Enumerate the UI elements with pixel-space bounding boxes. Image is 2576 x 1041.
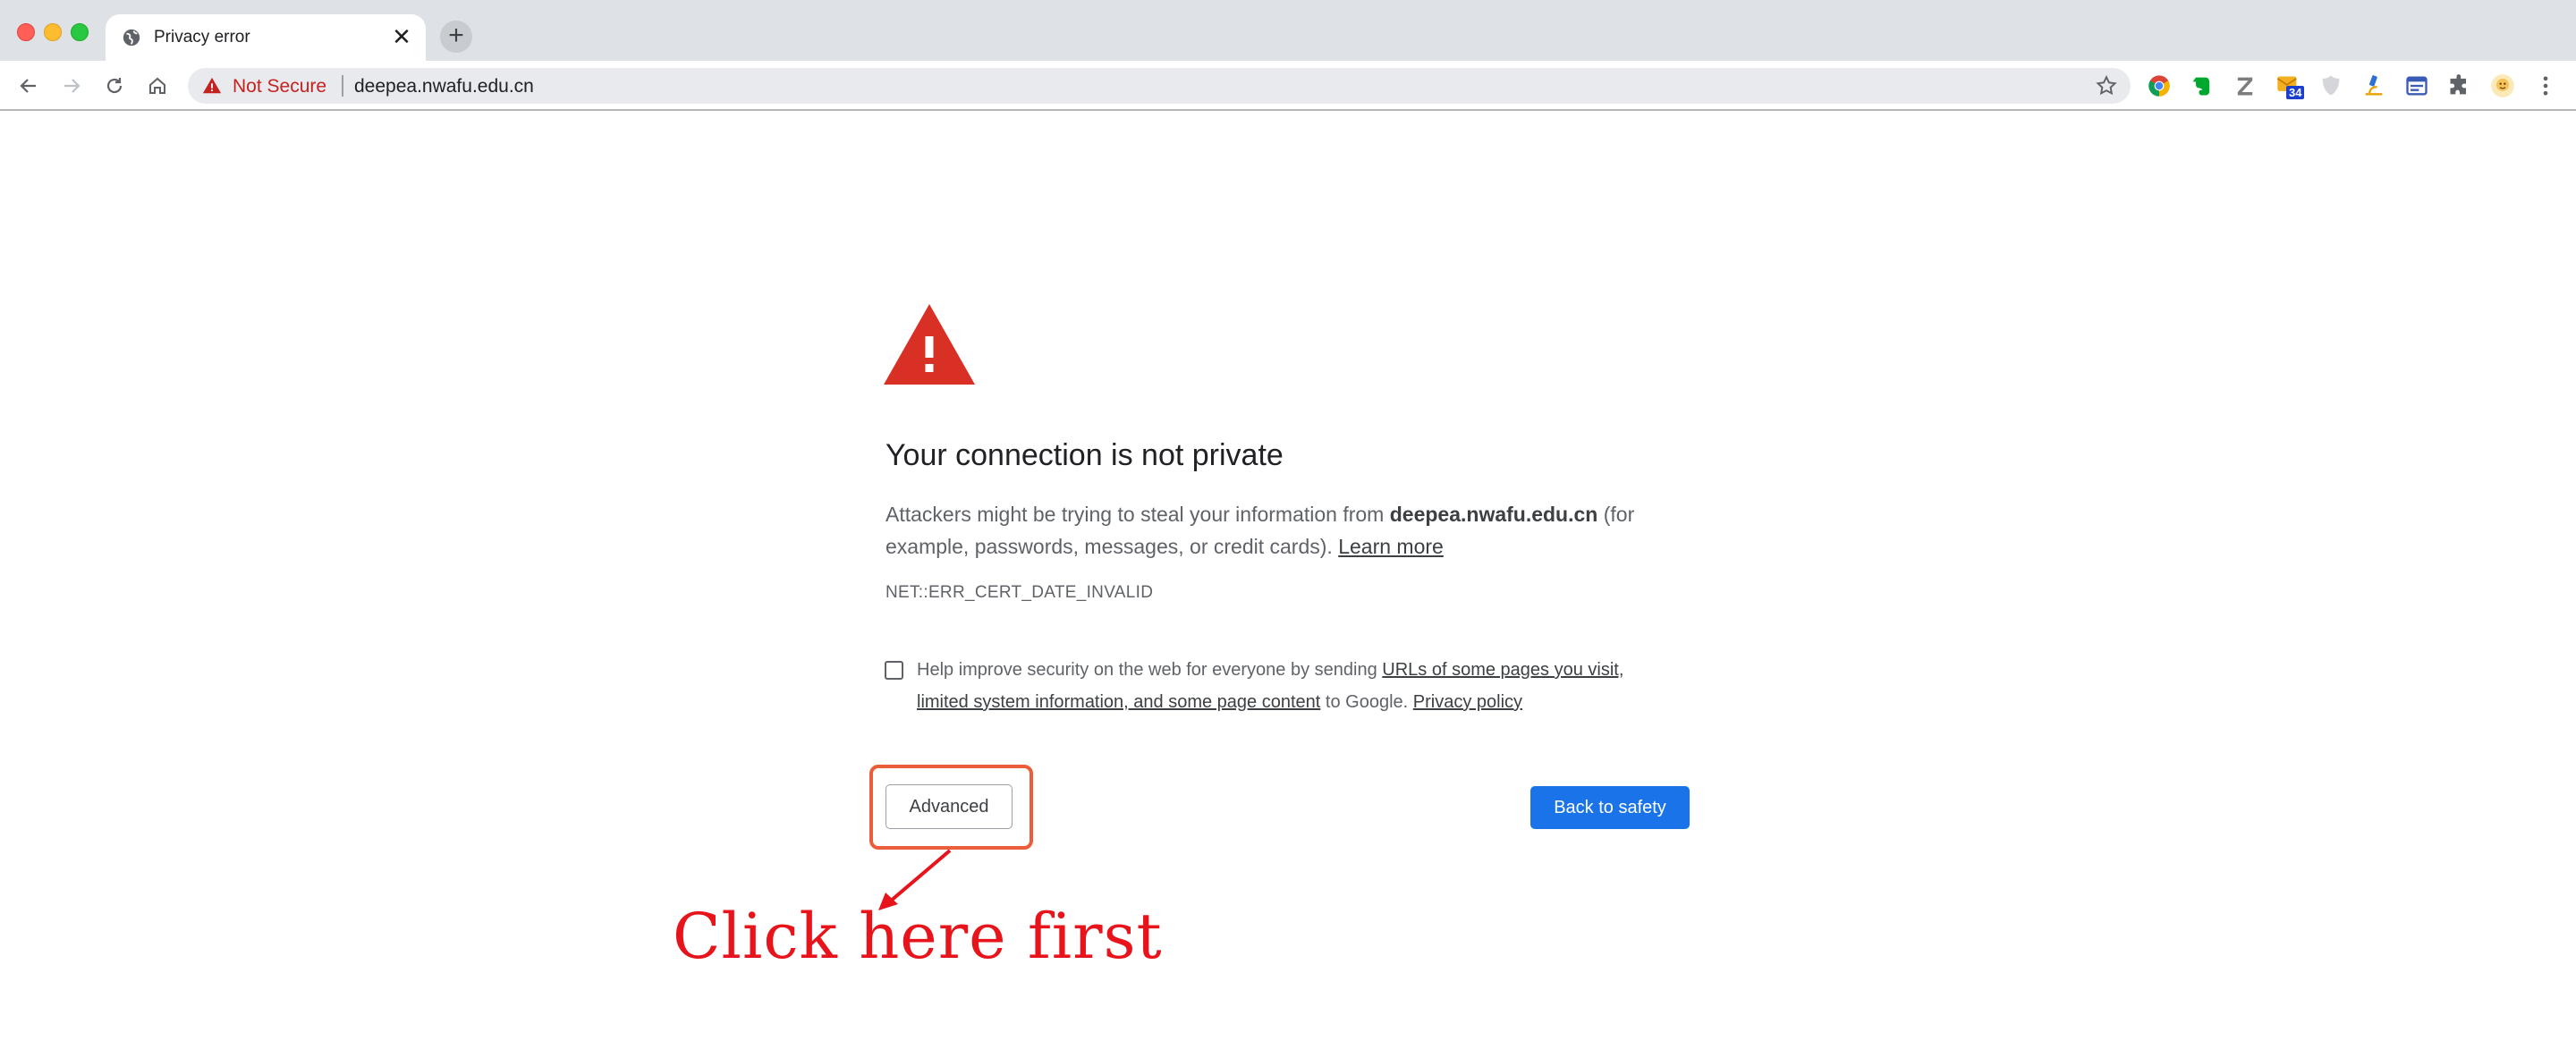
- shield-extension[interactable]: [2318, 72, 2344, 99]
- forward-button[interactable]: [55, 70, 88, 102]
- reload-button[interactable]: [98, 70, 131, 102]
- back-arrow-icon: [20, 79, 36, 93]
- chrome-icon: [2148, 75, 2170, 97]
- annotation-text: Click here first: [673, 900, 1163, 973]
- microscope-extension[interactable]: [2360, 72, 2387, 99]
- minimize-window-button[interactable]: [44, 23, 62, 41]
- window-icon: [2406, 76, 2428, 96]
- not-secure-label[interactable]: Not Secure: [233, 76, 326, 97]
- tab-strip: Privacy error ✕ +: [0, 0, 2576, 61]
- optin-text: Help improve security on the web for eve…: [917, 660, 1383, 680]
- microscope-icon: [2365, 75, 2383, 96]
- home-icon: [149, 77, 165, 94]
- url-text[interactable]: deepea.nwafu.edu.cn: [354, 76, 534, 97]
- tab-privacy-error[interactable]: Privacy error ✕: [106, 14, 426, 61]
- message-domain: deepea.nwafu.edu.cn: [1389, 503, 1598, 526]
- error-code: NET::ERR_CERT_DATE_INVALID: [886, 583, 1154, 602]
- evernote-extension[interactable]: [2189, 72, 2216, 99]
- chrome-extension[interactable]: [2146, 72, 2173, 99]
- new-tab-button[interactable]: +: [440, 21, 472, 53]
- browser-toolbar: Not Secure deepea.nwafu.edu.cn 34: [0, 61, 2576, 111]
- reload-icon: [106, 78, 123, 94]
- back-button[interactable]: [13, 70, 45, 102]
- tab-title: Privacy error: [154, 28, 250, 47]
- chrome-menu-button[interactable]: [2532, 72, 2559, 99]
- mail-extension[interactable]: 34: [2275, 72, 2305, 99]
- zoom-window-button[interactable]: [71, 23, 89, 41]
- warning-icon[interactable]: [202, 76, 222, 96]
- evernote-icon: [2192, 77, 2210, 96]
- avatar: [2491, 74, 2514, 97]
- address-bar[interactable]: Not Secure deepea.nwafu.edu.cn: [188, 68, 2131, 104]
- privacy-policy-link[interactable]: Privacy policy: [1413, 692, 1522, 712]
- zotero-icon: [2237, 77, 2253, 96]
- learn-more-link[interactable]: Learn more: [1338, 535, 1444, 558]
- globe-icon: [123, 29, 140, 47]
- puzzle-icon: [2450, 74, 2466, 95]
- notification-badge: 34: [2286, 86, 2305, 99]
- shield-icon: [2322, 75, 2340, 96]
- optin-label: Help improve security on the web for eve…: [917, 654, 1668, 718]
- tab-manager-extension[interactable]: [2403, 72, 2430, 99]
- zotero-extension[interactable]: [2232, 72, 2258, 99]
- improve-security-checkbox[interactable]: [885, 661, 903, 680]
- omnibox-separator: [342, 75, 343, 97]
- forward-arrow-icon: [64, 79, 80, 93]
- warning-triangle-icon: [884, 304, 975, 385]
- main-message: Attackers might be trying to steal your …: [886, 498, 1673, 563]
- optin-text-middle: to Google.: [1320, 692, 1413, 712]
- home-button[interactable]: [141, 70, 174, 102]
- close-tab-icon[interactable]: ✕: [390, 24, 413, 49]
- page-title: Your connection is not private: [886, 438, 1284, 472]
- bookmark-star-icon[interactable]: [2095, 74, 2118, 97]
- message-text: Attackers might be trying to steal your …: [886, 503, 1390, 526]
- close-window-button[interactable]: [17, 23, 35, 41]
- profile-button[interactable]: [2489, 72, 2516, 99]
- extensions-menu-button[interactable]: [2446, 72, 2473, 99]
- back-to-safety-button[interactable]: Back to safety: [1530, 786, 1690, 829]
- advanced-button[interactable]: Advanced: [886, 784, 1013, 829]
- more-vert-icon: [2543, 76, 2548, 96]
